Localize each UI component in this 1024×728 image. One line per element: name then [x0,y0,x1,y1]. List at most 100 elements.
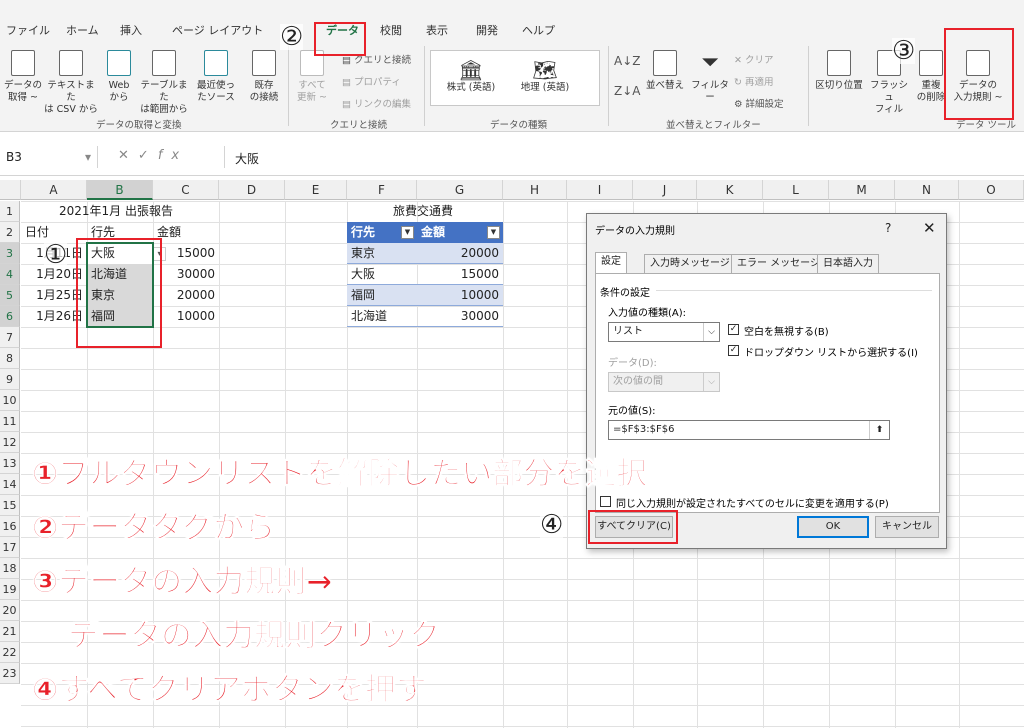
tab-home[interactable]: ホーム [66,22,99,38]
apply-all-checkbox[interactable] [600,496,611,507]
table-cell[interactable]: 10000 [417,285,503,306]
clear-filter-button[interactable]: ✕ クリア [734,52,774,66]
row-header[interactable]: 2 [0,222,20,243]
source-input[interactable]: =$F$3:$F$6 ⬆ [608,420,890,440]
table-cell[interactable]: 20000 [417,243,503,264]
row-header[interactable]: 10 [0,390,20,411]
geography-button[interactable]: 🗺 地理 (英語) [510,58,580,94]
column-header-e[interactable]: E [285,180,347,200]
chevron-down-icon[interactable]: ▾ [85,150,91,164]
table-cell[interactable]: 東京 [347,243,417,264]
column-header-c[interactable]: C [153,180,219,200]
text-to-columns-button[interactable]: 区切り位置 [814,50,864,92]
column-header-d[interactable]: D [219,180,285,200]
row-header[interactable]: 5 [0,285,20,306]
row-header[interactable]: 6 [0,306,20,327]
row-header[interactable]: 20 [0,600,20,621]
row-header[interactable]: 7 [0,327,20,348]
properties-button[interactable]: ▤ プロパティ [342,74,401,88]
row-header[interactable]: 19 [0,579,20,600]
row-header[interactable]: 13 [0,453,20,474]
sort-ascending-icon[interactable]: A↓Z [614,54,640,68]
text-csv-button[interactable]: テキストまた は CSV から [44,50,98,116]
table-cell[interactable]: 30000 [417,306,503,327]
tab-review[interactable]: 校閲 [380,22,402,38]
sort-button[interactable]: 並べ替え [640,50,690,92]
formula-input[interactable]: 大阪 [224,146,1024,168]
ignore-blank-checkbox[interactable]: ✓ [728,324,739,335]
row-header[interactable]: 16 [0,516,20,537]
column-header-g[interactable]: G [417,180,503,200]
table-cell[interactable]: 北海道 [347,306,417,327]
cell-amount[interactable]: 20000 [154,285,218,306]
row-header[interactable]: 3 [0,243,20,264]
data-select[interactable]: 次の値の間 ⌵ [608,372,720,392]
row-header[interactable]: 15 [0,495,20,516]
row-header[interactable]: 11 [0,411,20,432]
column-header-n[interactable]: N [895,180,959,200]
table-title[interactable]: 旅費交通費 [390,201,456,222]
column-header-f[interactable]: F [347,180,417,200]
tab-input-message[interactable]: 入力時メッセージ [644,254,736,274]
table-header-destination[interactable]: 行先 ▼ [347,222,417,243]
tab-view[interactable]: 表示 [426,22,448,38]
tab-page-layout[interactable]: ページ レイアウト [172,22,263,38]
row-header[interactable]: 9 [0,369,20,390]
cell-amount[interactable]: 10000 [154,306,218,327]
row-header[interactable]: 21 [0,621,20,642]
column-header-h[interactable]: H [503,180,567,200]
reapply-button[interactable]: ↻ 再適用 [734,74,774,88]
filter-button[interactable]: ⏷ フィルター [690,50,730,104]
tab-file[interactable]: ファイル [6,22,50,38]
fx-icon[interactable]: fx [158,148,188,163]
row-header[interactable]: 22 [0,642,20,663]
column-header-j[interactable]: J [633,180,697,200]
column-header-k[interactable]: K [697,180,763,200]
column-header-m[interactable]: M [829,180,895,200]
from-web-button[interactable]: Web から [102,50,136,104]
column-header-b[interactable]: B [87,180,153,200]
row-header[interactable]: 14 [0,474,20,495]
column-header-o[interactable]: O [959,180,1024,200]
recent-sources-button[interactable]: 最近使っ たソース [192,50,240,104]
collapse-dialog-icon[interactable]: ⬆ [869,421,889,439]
row-header[interactable]: 18 [0,558,20,579]
get-data-button[interactable]: データの 取得 ~ [2,50,44,104]
tab-error-alert[interactable]: エラー メッセージ [731,254,826,274]
cell-amount[interactable]: 30000 [154,264,218,285]
enter-icon[interactable]: ✓ [138,148,158,163]
column-header-l[interactable]: L [763,180,829,200]
existing-connections-button[interactable]: 既存 の接続 [244,50,284,104]
select-all-corner[interactable] [0,180,21,200]
table-header-amount[interactable]: 金額 ▼ [417,222,503,243]
advanced-filter-button[interactable]: ⚙ 詳細設定 [734,96,784,110]
row-header[interactable]: 17 [0,537,20,558]
row-header[interactable]: 4 [0,264,20,285]
row-header[interactable]: 1 [0,201,20,222]
edit-links-button[interactable]: ▤ リンクの編集 [342,96,411,110]
column-header-i[interactable]: I [567,180,633,200]
help-icon[interactable]: ? [885,221,891,235]
tab-settings[interactable]: 設定 [595,252,627,274]
table-cell[interactable]: 15000 [417,264,503,285]
row-header[interactable]: 12 [0,432,20,453]
sort-descending-icon[interactable]: Z↓A [614,84,640,98]
refresh-all-button[interactable]: すべて 更新 ~ [292,50,332,104]
ok-button[interactable]: OK [797,516,869,538]
in-cell-dropdown-checkbox[interactable]: ✓ [728,345,739,356]
tab-insert[interactable]: 挿入 [120,22,142,38]
table-cell[interactable]: 大阪 [347,264,417,285]
row-header[interactable]: 23 [0,663,20,684]
tab-help[interactable]: ヘルプ [522,22,555,38]
table-cell[interactable]: 福岡 [347,285,417,306]
cancel-button[interactable]: キャンセル [875,516,939,538]
cancel-icon[interactable]: ✕ [118,148,138,163]
filter-dropdown-icon[interactable]: ▼ [487,226,500,239]
row-header[interactable]: 8 [0,348,20,369]
allow-select[interactable]: リスト ⌵ [608,322,720,342]
report-title[interactable]: 2021年1月 出張報告 [56,201,176,222]
column-header-a[interactable]: A [21,180,87,200]
tab-developer[interactable]: 開発 [476,22,498,38]
from-table-button[interactable]: テーブルまた は範囲から [136,50,192,116]
name-box[interactable]: B3 ▾ [0,146,98,168]
